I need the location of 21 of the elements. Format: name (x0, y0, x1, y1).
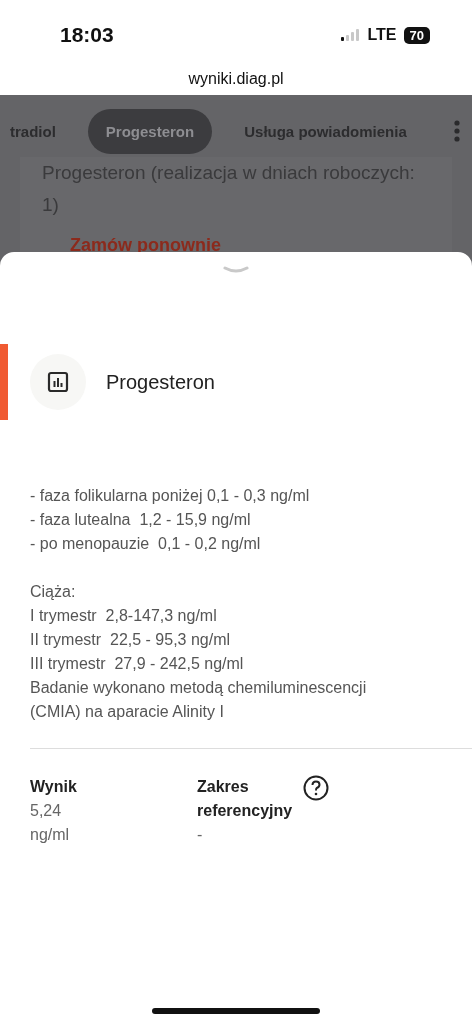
reference-label: Zakres referencyjny (197, 777, 294, 821)
battery-level: 70 (403, 26, 430, 44)
result-unit: ng/ml (30, 825, 70, 845)
network-label: LTE (367, 26, 397, 44)
reorder-link[interactable]: Zamów ponownie (70, 235, 221, 256)
signal-icon (340, 29, 361, 41)
result-value: 5,24 (30, 801, 62, 821)
more-icon[interactable] (454, 120, 460, 142)
chevron-down-icon[interactable] (223, 266, 249, 274)
result-label: Wynik (30, 777, 77, 797)
help-icon[interactable] (303, 775, 329, 801)
reference-value: - (197, 825, 203, 845)
url-text[interactable]: wyniki.diag.pl (188, 70, 284, 87)
bar-chart-icon (47, 371, 69, 393)
tab[interactable]: Usługa powiadomienia (226, 108, 425, 154)
tab[interactable]: tradiol (0, 108, 74, 154)
tab[interactable]: Progesteron (87, 108, 213, 154)
reference-note: - faza folikularna poniżej 0,1 - 0,3 ng/ml - faza lutealna 1,2 - 15,9 ng/ml - po menopauzie 0,1 - 0,2 ng/ml (30, 486, 311, 554)
sheet-title: Progesteron (106, 370, 215, 394)
status-time: 18:03 (60, 23, 114, 47)
reference-note: Ciąża: I trymestr 2,8-147,3 ng/ml II trymestr 22,5 - 95,3 ng/ml III trymestr 27,9 - 242,5 ng/ml Badanie wykonano metodą chemiluminescencji (CMIA) na aparacie Alinity I (30, 582, 368, 722)
